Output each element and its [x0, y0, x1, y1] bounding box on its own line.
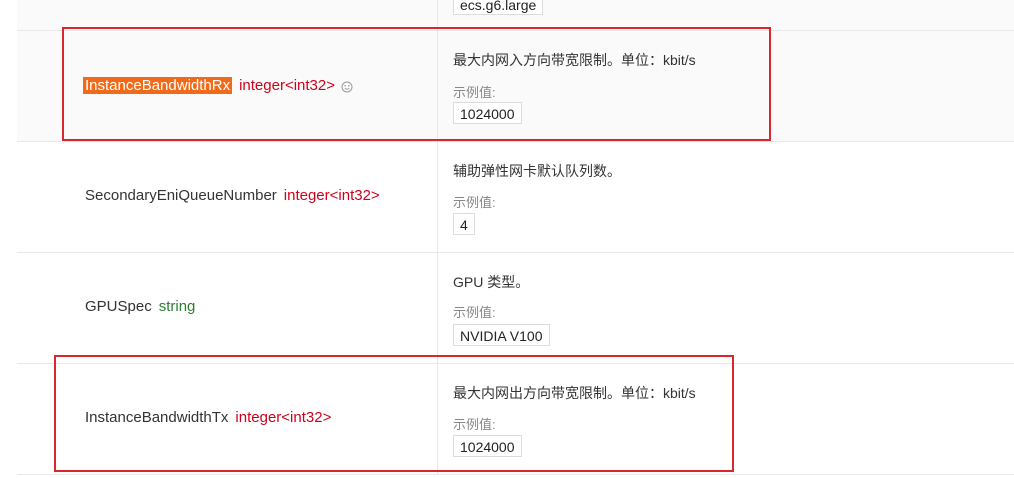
- param-cell: [17, 0, 438, 30]
- example-value: 4: [453, 213, 475, 235]
- param-type: string: [158, 298, 196, 315]
- param-cell: [17, 253, 438, 363]
- param-signature: GPUSpec string: [85, 298, 195, 315]
- example-label: 示例值:: [453, 195, 496, 210]
- annotation-box-tx: [54, 355, 734, 472]
- param-name: GPUSpec: [85, 298, 152, 315]
- example-label: 示例值:: [453, 305, 496, 320]
- param-description: GPU 类型。: [453, 274, 530, 290]
- param-description: 辅助弹性网卡默认队列数。: [453, 163, 621, 179]
- annotation-box-rx: [62, 27, 771, 141]
- param-type: integer<int32>: [283, 187, 380, 204]
- param-signature: SecondaryEniQueueNumber integer<int32>: [85, 187, 380, 204]
- example-value: NVIDIA V100: [453, 324, 550, 346]
- param-name: SecondaryEniQueueNumber: [85, 187, 277, 204]
- table-row: SecondaryEniQueueNumber integer<int32> 辅…: [17, 142, 1014, 253]
- example-value: ecs.g6.large: [453, 0, 544, 15]
- table-row: GPUSpec string GPU 类型。 示例值: NVIDIA V100: [17, 253, 1014, 364]
